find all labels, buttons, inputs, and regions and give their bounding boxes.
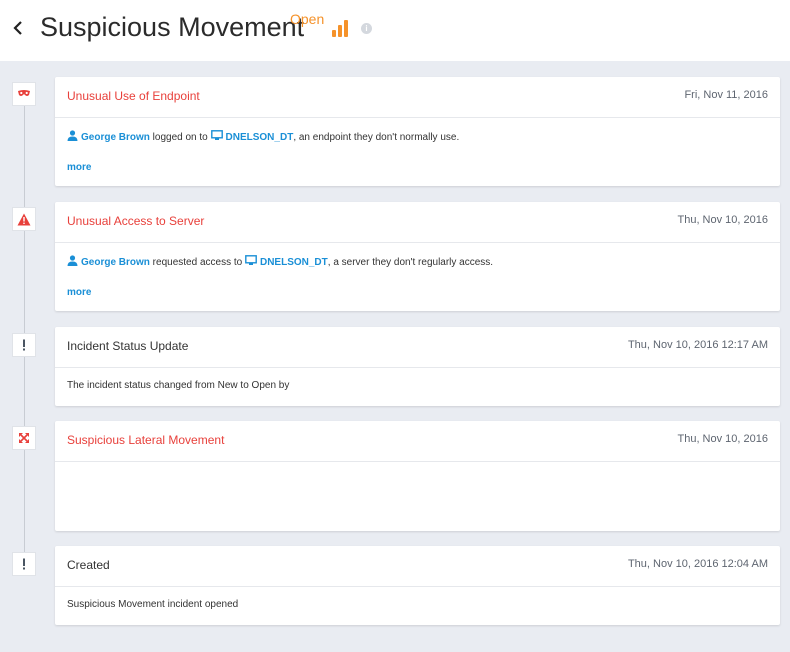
exclamation-icon bbox=[12, 552, 36, 576]
event-date: Thu, Nov 10, 2016 bbox=[677, 433, 768, 445]
event-date: Thu, Nov 10, 2016 12:17 AM bbox=[627, 339, 768, 351]
event-card: Suspicious Lateral Movement Thu, Nov 10,… bbox=[55, 421, 780, 531]
event-text: logged on to bbox=[149, 131, 211, 143]
monitor-icon bbox=[245, 255, 257, 269]
more-link[interactable]: more bbox=[67, 162, 91, 173]
card-header: Unusual Access to Server Thu, Nov 10, 20… bbox=[55, 202, 780, 243]
monitor-icon bbox=[210, 130, 223, 144]
user-icon bbox=[67, 130, 78, 144]
timeline-line bbox=[24, 92, 25, 562]
event-title: Unusual Use of Endpoint bbox=[67, 89, 200, 103]
event-title: Unusual Access to Server bbox=[67, 214, 205, 228]
card-header: Created Thu, Nov 10, 2016 12:04 AM bbox=[55, 546, 780, 587]
event-title: Created bbox=[67, 558, 110, 572]
user-link[interactable]: George Brown bbox=[81, 257, 150, 268]
user-icon bbox=[67, 255, 78, 269]
event-card: Unusual Access to Server Thu, Nov 10, 20… bbox=[55, 202, 780, 311]
event-text: , an endpoint they don't normally use. bbox=[293, 131, 460, 143]
signal-bars-icon bbox=[331, 17, 353, 39]
event-text: requested access to bbox=[149, 256, 245, 268]
more-link[interactable]: more bbox=[67, 287, 91, 298]
event-text: The incident status changed from New to … bbox=[67, 380, 290, 391]
event-text: Suspicious Movement incident opened bbox=[67, 599, 239, 610]
lateral-movement-icon bbox=[12, 426, 36, 450]
host-link[interactable]: DNELSON_DT bbox=[226, 132, 294, 143]
card-header: Incident Status Update Thu, Nov 10, 2016… bbox=[55, 327, 780, 368]
event-title: Incident Status Update bbox=[67, 339, 189, 353]
exclamation-icon bbox=[12, 333, 36, 357]
event-card: Incident Status Update Thu, Nov 10, 2016… bbox=[55, 327, 780, 406]
event-date: Fri, Nov 11, 2016 bbox=[684, 89, 768, 101]
warning-icon bbox=[12, 207, 36, 231]
card-header: Unusual Use of Endpoint Fri, Nov 11, 201… bbox=[55, 77, 780, 118]
event-card: Unusual Use of Endpoint Fri, Nov 11, 201… bbox=[55, 77, 780, 186]
host-link[interactable]: DNELSON_DT bbox=[260, 257, 328, 268]
page-title: Suspicious Movement bbox=[40, 12, 305, 42]
event-date: Thu, Nov 10, 2016 12:04 AM bbox=[627, 558, 768, 570]
event-card: Created Thu, Nov 10, 2016 12:04 AM Suspi… bbox=[55, 546, 780, 625]
user-link[interactable]: George Brown bbox=[81, 132, 150, 143]
event-text: , a server they don't regularly access. bbox=[327, 256, 494, 268]
chevron-left-icon[interactable] bbox=[10, 14, 28, 42]
event-date: Thu, Nov 10, 2016 bbox=[677, 214, 768, 226]
page-header: Suspicious Movement Open i bbox=[0, 0, 790, 61]
card-header: Suspicious Lateral Movement Thu, Nov 10,… bbox=[55, 421, 780, 462]
mask-icon bbox=[12, 82, 36, 106]
info-icon[interactable]: i bbox=[361, 23, 372, 34]
event-body bbox=[55, 462, 780, 531]
event-title: Suspicious Lateral Movement bbox=[67, 433, 225, 447]
status-badge: Open bbox=[290, 11, 325, 27]
